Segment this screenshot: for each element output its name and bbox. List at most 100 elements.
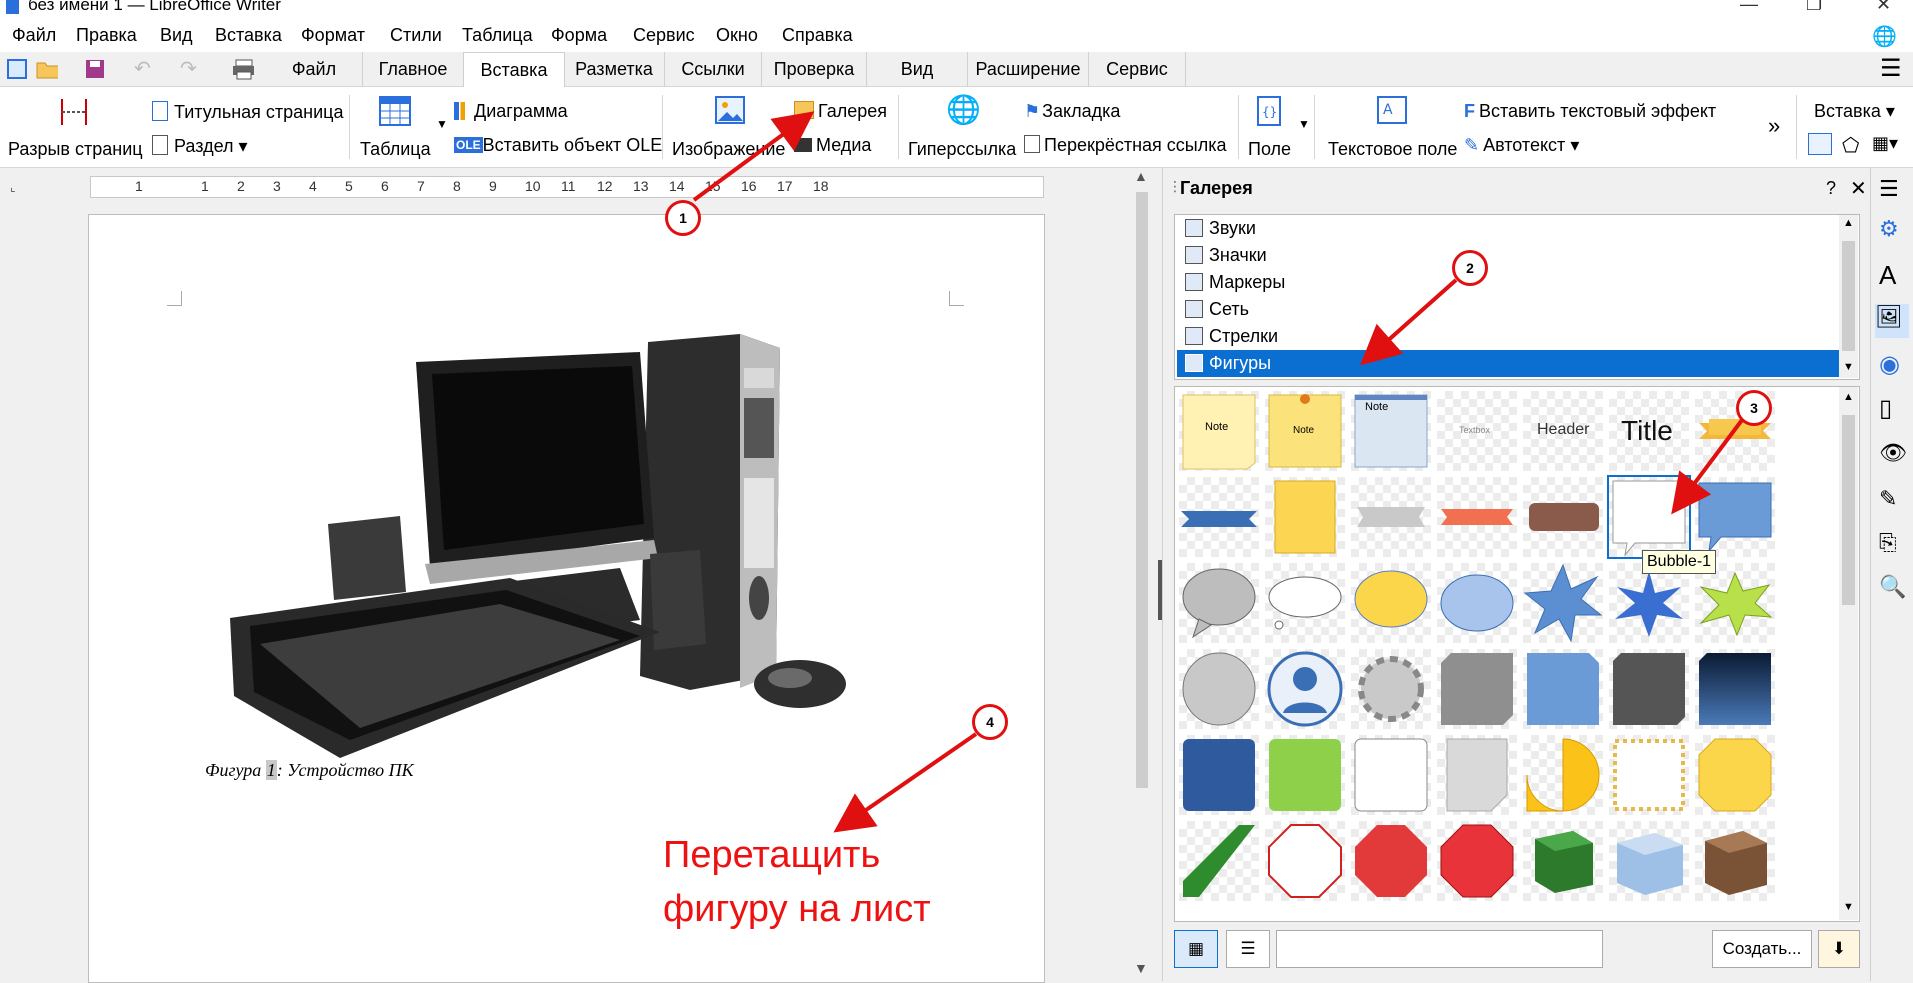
gallery-item-textbox[interactable]: Textbox xyxy=(1437,391,1517,471)
shapes-small-icon[interactable]: ⬠ xyxy=(1842,133,1859,158)
chart-button[interactable]: Диаграмма xyxy=(454,101,568,122)
tab-file[interactable]: Файл xyxy=(266,52,363,86)
gallery-item-explosion-green[interactable] xyxy=(1695,563,1775,643)
autotext-button[interactable]: ✎ Автотекст ▾ xyxy=(1464,135,1579,156)
scroll-thumb[interactable] xyxy=(1136,192,1148,788)
scroll-up-icon[interactable]: ▲ xyxy=(1134,168,1148,184)
table-small-icon[interactable]: ▦▾ xyxy=(1872,133,1898,154)
detail-view-button[interactable]: ☰ xyxy=(1226,930,1270,968)
gallery-item-bubble-gray[interactable] xyxy=(1179,563,1259,643)
ribbon-overflow-icon[interactable]: » xyxy=(1768,113,1780,139)
tab-layout[interactable]: Разметка xyxy=(564,52,665,86)
navigator-icon[interactable]: ◉ xyxy=(1879,350,1907,378)
gallery-item-cloud-white[interactable] xyxy=(1265,563,1345,643)
new-document-icon[interactable] xyxy=(6,58,28,80)
document-scrollbar[interactable]: ▲ ▼ xyxy=(1130,168,1154,981)
menu-table[interactable]: Таблица xyxy=(462,25,533,46)
theme-arrows[interactable]: Стрелки xyxy=(1177,323,1839,350)
gallery-item-octagon-red[interactable] xyxy=(1351,821,1431,901)
table-button[interactable]: Таблица xyxy=(360,139,431,160)
gallery-item-title[interactable]: Title xyxy=(1609,391,1689,471)
scroll-thumb[interactable] xyxy=(1842,415,1855,605)
theme-shapes[interactable]: Фигуры xyxy=(1177,350,1839,377)
gallery-item-tab-blue[interactable] xyxy=(1179,735,1259,815)
theme-network[interactable]: Сеть xyxy=(1177,296,1839,323)
maximize-icon[interactable]: ❐ xyxy=(1806,0,1822,15)
page-icon[interactable]: ▯ xyxy=(1879,394,1907,422)
scroll-down-icon[interactable]: ▼ xyxy=(1843,361,1854,373)
gallery-item-cube-wood[interactable] xyxy=(1695,821,1775,901)
sidebar-gallery-icon[interactable]: 🖼 xyxy=(1875,304,1909,338)
gallery-item-drop-yellow[interactable] xyxy=(1523,735,1603,815)
styles-icon[interactable]: A xyxy=(1879,260,1907,290)
tab-insert[interactable]: Вставка xyxy=(463,52,565,88)
textbox-button[interactable]: Текстовое поле xyxy=(1328,139,1457,160)
gallery-item-octagon-gray[interactable] xyxy=(1437,649,1517,729)
gallery-item-square-blue[interactable] xyxy=(1523,649,1603,729)
menu-form[interactable]: Форма xyxy=(551,25,607,46)
gallery-item-star-blue[interactable] xyxy=(1609,563,1689,643)
figure-caption[interactable]: Фигура 1: Устройство ПК xyxy=(205,760,414,781)
gallery-item-tab-white[interactable] xyxy=(1351,735,1431,815)
globe-icon[interactable]: 🌐 xyxy=(1872,24,1897,49)
field-button[interactable]: Поле xyxy=(1248,139,1291,160)
style-inspector-icon[interactable]: 👁 xyxy=(1879,440,1907,468)
print-icon[interactable] xyxy=(232,58,254,80)
manage-changes-icon[interactable]: ✎ xyxy=(1879,486,1907,514)
gallery-theme-list[interactable]: Звуки Значки Маркеры Сеть Стрелки Фигуры… xyxy=(1174,214,1860,380)
menu-insert[interactable]: Вставка xyxy=(215,25,282,46)
media-button[interactable]: Медиа xyxy=(794,135,871,156)
gallery-item-circle-gray[interactable] xyxy=(1179,649,1259,729)
gallery-item-gear[interactable] xyxy=(1351,649,1431,729)
hyperlink-button[interactable]: Гиперссылка xyxy=(908,139,1016,160)
gallery-item-tab-green[interactable] xyxy=(1265,735,1345,815)
gallery-item-ribbon-blue[interactable] xyxy=(1179,477,1259,557)
computer-image[interactable] xyxy=(220,328,880,758)
gallery-item-note-2[interactable]: Note xyxy=(1265,391,1345,471)
gallery-item-square-navy[interactable] xyxy=(1695,649,1775,729)
menu-edit[interactable]: Правка xyxy=(76,25,137,46)
gallery-item-page-curl[interactable] xyxy=(1437,735,1517,815)
scroll-up-icon[interactable]: ▲ xyxy=(1843,217,1854,229)
design-icon[interactable]: ⎘ xyxy=(1879,530,1907,558)
gallery-item-cloud-blue[interactable] xyxy=(1437,563,1517,643)
menu-file[interactable]: Файл xyxy=(12,25,56,46)
gallery-close-icon[interactable]: ✕ xyxy=(1850,176,1867,201)
gallery-item-note-1[interactable]: Note xyxy=(1179,391,1259,471)
gallery-item-square-stone[interactable] xyxy=(1609,649,1689,729)
page-break-button[interactable]: Разрыв страниц xyxy=(8,139,143,160)
tab-review[interactable]: Проверка xyxy=(762,52,867,86)
scroll-down-icon[interactable]: ▼ xyxy=(1843,901,1854,913)
gallery-item-header[interactable]: Header xyxy=(1523,391,1603,471)
horizontal-ruler[interactable]: 1 1 2 3 4 5 6 7 8 9 10 11 12 13 14 15 16 17 18 xyxy=(90,176,1044,198)
gallery-search-input[interactable] xyxy=(1276,930,1603,968)
gallery-grid-scrollbar[interactable]: ▲ ▼ xyxy=(1839,387,1858,920)
tab-home[interactable]: Главное xyxy=(363,52,464,86)
gallery-item-cube-green[interactable] xyxy=(1523,821,1603,901)
gallery-help-icon[interactable]: ? xyxy=(1826,178,1836,199)
gallery-items-grid[interactable]: Note Note Note Textbox Header Title ▲ ▼ xyxy=(1174,386,1860,922)
hamburger-menu-icon[interactable]: ☰ xyxy=(1880,54,1902,83)
insert-image-small-icon[interactable] xyxy=(1808,133,1832,155)
title-page-button[interactable]: Титульная страница xyxy=(152,101,343,123)
tab-view[interactable]: Вид xyxy=(867,52,968,86)
insert-into-document-icon[interactable]: ⬇ xyxy=(1818,930,1860,968)
gallery-item-frame[interactable] xyxy=(1609,735,1689,815)
menu-help[interactable]: Справка xyxy=(782,25,853,46)
gallery-item-scroll[interactable] xyxy=(1265,477,1345,557)
gallery-item-cross-yellow[interactable] xyxy=(1695,735,1775,815)
cross-reference-button[interactable]: Перекрёстная ссылка xyxy=(1024,135,1227,156)
scroll-up-icon[interactable]: ▲ xyxy=(1843,391,1854,403)
icon-view-button[interactable]: ▦ xyxy=(1174,930,1218,968)
tab-extension[interactable]: Расширение xyxy=(968,52,1089,86)
menu-format[interactable]: Формат xyxy=(301,25,365,46)
gallery-item-scroll-brown[interactable] xyxy=(1523,477,1603,557)
close-window-icon[interactable]: ✕ xyxy=(1876,0,1891,15)
gallery-item-avatar[interactable] xyxy=(1265,649,1345,729)
bookmark-button[interactable]: ⚑ Закладка xyxy=(1024,101,1120,122)
theme-bullets[interactable]: Маркеры xyxy=(1177,269,1839,296)
ole-button[interactable]: OLE Вставить объект OLE xyxy=(454,135,662,156)
gallery-item-cloud-yellow[interactable] xyxy=(1351,563,1431,643)
properties-icon[interactable]: ⚙ xyxy=(1879,216,1907,244)
tab-tools[interactable]: Сервис xyxy=(1089,52,1186,86)
